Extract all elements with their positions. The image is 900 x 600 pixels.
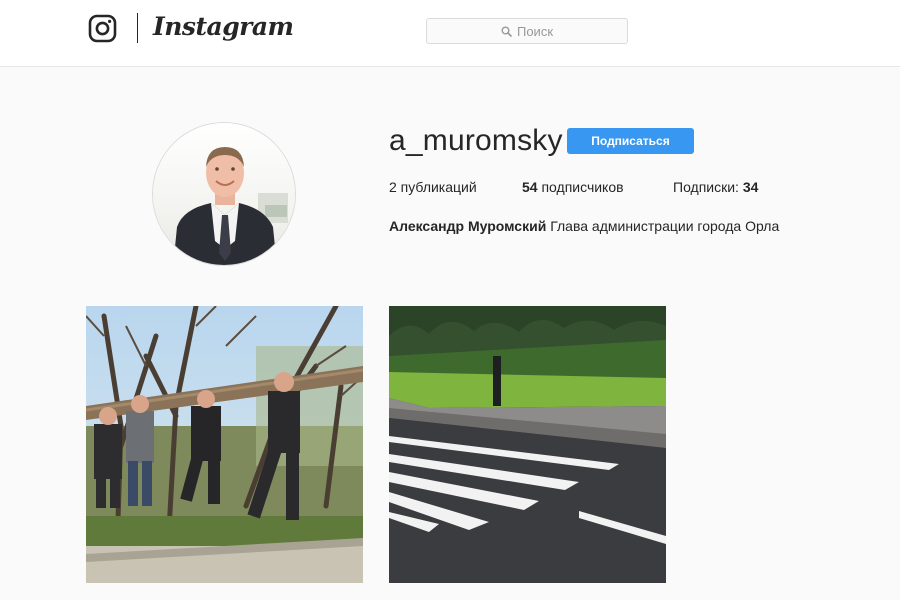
instagram-camera-icon[interactable] <box>88 14 117 43</box>
profile-username: a_muromsky <box>389 124 563 157</box>
following-label: Подписки: <box>673 179 743 195</box>
profile-bio: Александр Муромский Глава администрации … <box>389 218 779 234</box>
post-image-log <box>86 306 363 583</box>
bio-full-name: Александр Муромский <box>389 218 547 234</box>
posts-count: 2 <box>389 179 397 195</box>
stat-following[interactable]: Подписки: 34 <box>673 179 758 195</box>
search-icon <box>501 26 512 37</box>
following-count: 34 <box>742 179 759 195</box>
search-box[interactable]: Поиск <box>426 18 628 44</box>
profile-avatar[interactable] <box>152 122 296 266</box>
avatar-photo <box>153 123 295 265</box>
posts-label: публикаций <box>396 179 477 195</box>
follow-button[interactable]: Подписаться <box>567 128 694 154</box>
top-navbar: Instagram Поиск <box>0 0 900 67</box>
bio-text: Глава администрации города Орла <box>546 218 780 234</box>
stat-followers[interactable]: 54 подписчиков <box>522 179 673 195</box>
followers-label: подписчиков <box>537 179 624 195</box>
followers-count: 54 <box>522 179 538 195</box>
post-thumbnail-1[interactable] <box>86 306 363 583</box>
instagram-wordmark[interactable]: Instagram <box>153 12 294 41</box>
stat-posts: 2 публикаций <box>389 179 522 195</box>
search-input[interactable]: Поиск <box>517 24 553 39</box>
profile-stats: 2 публикаций 54 подписчиков Подписки: 34 <box>389 179 758 195</box>
post-image-crosswalk <box>389 306 666 583</box>
logo-divider <box>137 13 138 43</box>
post-thumbnail-2[interactable] <box>389 306 666 583</box>
